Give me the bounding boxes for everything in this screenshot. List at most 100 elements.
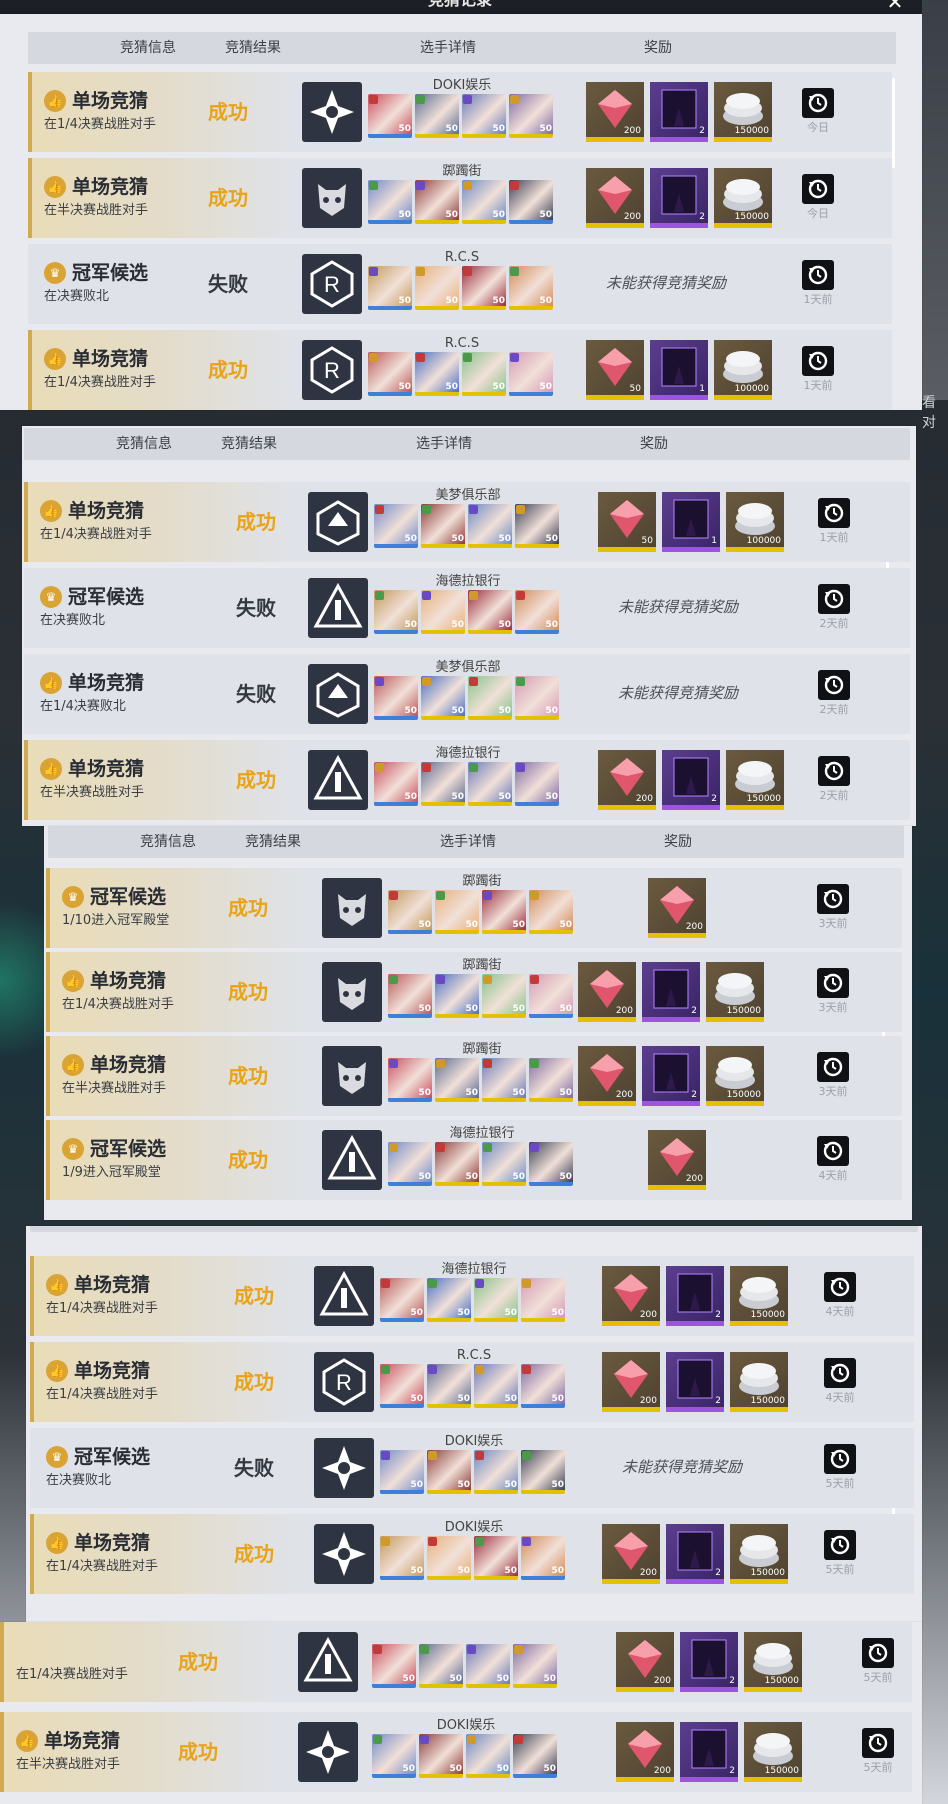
- player-portrait[interactable]: 50: [462, 266, 506, 310]
- player-portrait[interactable]: 50: [380, 1536, 424, 1580]
- player-portrait[interactable]: 50: [374, 504, 418, 548]
- reward-gem[interactable]: 200: [586, 168, 644, 228]
- team-logo[interactable]: [314, 1438, 374, 1498]
- reward-card[interactable]: 2: [650, 168, 708, 228]
- reward-coins[interactable]: 150000: [706, 962, 764, 1022]
- team-logo[interactable]: [322, 878, 382, 938]
- reward-coins[interactable]: 150000: [730, 1266, 788, 1326]
- player-portrait[interactable]: 50: [368, 180, 412, 224]
- reward-gem[interactable]: 200: [602, 1352, 660, 1412]
- player-portrait[interactable]: 50: [474, 1536, 518, 1580]
- reward-gem[interactable]: 200: [578, 962, 636, 1022]
- player-portrait[interactable]: 50: [482, 1058, 526, 1102]
- team-logo[interactable]: [308, 750, 368, 810]
- player-portrait[interactable]: 50: [509, 94, 553, 138]
- player-portrait[interactable]: 50: [529, 974, 573, 1018]
- player-portrait[interactable]: 50: [515, 762, 559, 806]
- replay-icon[interactable]: [817, 884, 849, 914]
- team-logo[interactable]: [298, 1722, 358, 1782]
- player-portrait[interactable]: 50: [462, 352, 506, 396]
- player-portrait[interactable]: 50: [374, 590, 418, 634]
- reward-card[interactable]: 1: [662, 492, 720, 552]
- player-portrait[interactable]: 50: [368, 266, 412, 310]
- player-portrait[interactable]: 50: [468, 590, 512, 634]
- reward-card[interactable]: 2: [680, 1722, 738, 1782]
- reward-card[interactable]: 2: [642, 1046, 700, 1106]
- player-portrait[interactable]: 50: [474, 1278, 518, 1322]
- player-portrait[interactable]: 50: [462, 94, 506, 138]
- player-portrait[interactable]: 50: [388, 890, 432, 934]
- player-portrait[interactable]: 50: [509, 266, 553, 310]
- scrollbar[interactable]: [892, 78, 895, 168]
- player-portrait[interactable]: 50: [468, 676, 512, 720]
- player-portrait[interactable]: 50: [509, 352, 553, 396]
- reward-coins[interactable]: 100000: [726, 492, 784, 552]
- reward-gem[interactable]: 200: [598, 750, 656, 810]
- reward-card[interactable]: 1: [650, 340, 708, 400]
- reward-card[interactable]: 2: [666, 1266, 724, 1326]
- reward-coins[interactable]: 150000: [714, 82, 772, 142]
- player-portrait[interactable]: 50: [427, 1450, 471, 1494]
- replay-icon[interactable]: [802, 260, 834, 290]
- player-portrait[interactable]: 50: [521, 1364, 565, 1408]
- team-logo[interactable]: [308, 664, 368, 724]
- reward-card[interactable]: 2: [666, 1524, 724, 1584]
- player-portrait[interactable]: 50: [513, 1734, 557, 1778]
- player-portrait[interactable]: 50: [482, 974, 526, 1018]
- replay-icon[interactable]: [802, 88, 834, 118]
- replay-icon[interactable]: [818, 498, 850, 528]
- replay-icon[interactable]: [824, 1272, 856, 1302]
- player-portrait[interactable]: 50: [466, 1734, 510, 1778]
- reward-card[interactable]: 2: [642, 962, 700, 1022]
- replay-icon[interactable]: [817, 1136, 849, 1166]
- player-portrait[interactable]: 50: [415, 94, 459, 138]
- reward-gem[interactable]: 200: [616, 1632, 674, 1692]
- player-portrait[interactable]: 50: [509, 180, 553, 224]
- reward-gem[interactable]: 200: [648, 878, 706, 938]
- reward-coins[interactable]: 150000: [744, 1632, 802, 1692]
- player-portrait[interactable]: 50: [435, 1142, 479, 1186]
- reward-card[interactable]: 2: [650, 82, 708, 142]
- reward-coins[interactable]: 150000: [706, 1046, 764, 1106]
- player-portrait[interactable]: 50: [529, 1058, 573, 1102]
- player-portrait[interactable]: 50: [374, 762, 418, 806]
- player-portrait[interactable]: 50: [427, 1278, 471, 1322]
- reward-gem[interactable]: 50: [586, 340, 644, 400]
- player-portrait[interactable]: 50: [415, 180, 459, 224]
- replay-icon[interactable]: [817, 1052, 849, 1082]
- reward-coins[interactable]: 100000: [714, 340, 772, 400]
- team-logo[interactable]: [308, 492, 368, 552]
- player-portrait[interactable]: 50: [515, 590, 559, 634]
- player-portrait[interactable]: 50: [435, 890, 479, 934]
- player-portrait[interactable]: 50: [419, 1644, 463, 1688]
- replay-icon[interactable]: [818, 584, 850, 614]
- team-logo[interactable]: [322, 1046, 382, 1106]
- team-logo[interactable]: [302, 168, 362, 228]
- player-portrait[interactable]: 50: [529, 1142, 573, 1186]
- reward-coins[interactable]: 150000: [714, 168, 772, 228]
- reward-coins[interactable]: 150000: [744, 1722, 802, 1782]
- reward-gem[interactable]: 200: [616, 1722, 674, 1782]
- player-portrait[interactable]: 50: [462, 180, 506, 224]
- team-logo[interactable]: [302, 82, 362, 142]
- player-portrait[interactable]: 50: [388, 1142, 432, 1186]
- player-portrait[interactable]: 50: [482, 1142, 526, 1186]
- player-portrait[interactable]: 50: [468, 504, 512, 548]
- player-portrait[interactable]: 50: [466, 1644, 510, 1688]
- reward-gem[interactable]: 200: [648, 1130, 706, 1190]
- player-portrait[interactable]: 50: [427, 1364, 471, 1408]
- player-portrait[interactable]: 50: [380, 1278, 424, 1322]
- player-portrait[interactable]: 50: [421, 762, 465, 806]
- player-portrait[interactable]: 50: [374, 676, 418, 720]
- replay-icon[interactable]: [817, 968, 849, 998]
- player-portrait[interactable]: 50: [427, 1536, 471, 1580]
- replay-icon[interactable]: [824, 1358, 856, 1388]
- replay-icon[interactable]: [802, 174, 834, 204]
- replay-icon[interactable]: [862, 1728, 894, 1758]
- reward-card[interactable]: 2: [662, 750, 720, 810]
- player-portrait[interactable]: 50: [372, 1734, 416, 1778]
- player-portrait[interactable]: 50: [421, 504, 465, 548]
- reward-card[interactable]: 2: [680, 1632, 738, 1692]
- player-portrait[interactable]: 50: [513, 1644, 557, 1688]
- player-portrait[interactable]: 50: [515, 676, 559, 720]
